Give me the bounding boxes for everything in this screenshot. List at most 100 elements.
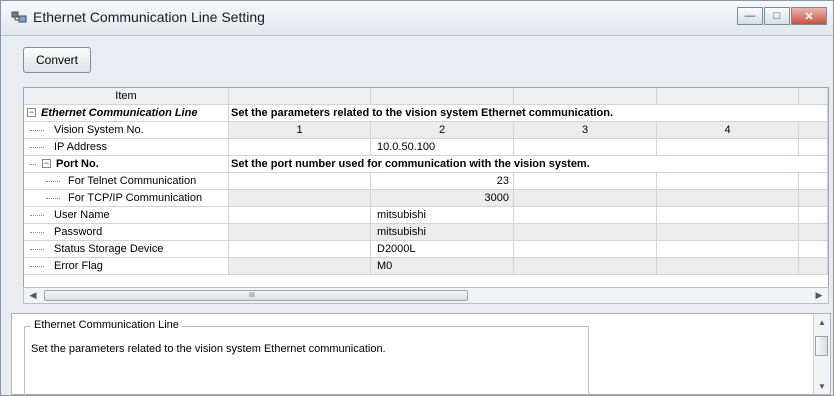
tree-connector: [30, 215, 44, 216]
tree-connector: [30, 232, 44, 233]
cell-password-2[interactable]: mitsubishi: [371, 224, 514, 241]
cell-password-3[interactable]: [514, 224, 657, 241]
horizontal-scroll-thumb[interactable]: III: [44, 290, 468, 301]
cell-error-4[interactable]: [657, 258, 799, 275]
tree-connector: [30, 130, 44, 131]
cell-user-2[interactable]: mitsubishi: [371, 207, 514, 224]
cell-tcpip-4[interactable]: [657, 190, 799, 207]
table-row[interactable]: Error Flag M0: [24, 258, 828, 275]
cell-user-4[interactable]: [657, 207, 799, 224]
table-row[interactable]: − Ethernet Communication Line Set the pa…: [24, 105, 828, 122]
convert-button[interactable]: Convert: [23, 47, 91, 73]
minimize-icon[interactable]: —: [737, 7, 763, 25]
cell-password-5[interactable]: [799, 224, 828, 241]
row-label-cell: Status Storage Device: [24, 241, 229, 258]
cell-telnet-3[interactable]: [514, 173, 657, 190]
scroll-left-icon[interactable]: ◀: [25, 288, 41, 303]
group-description: Set the port number used for communicati…: [229, 156, 828, 173]
cell-status-2[interactable]: D2000L: [371, 241, 514, 258]
title-bar[interactable]: Ethernet Communication Line Setting — □ …: [1, 1, 833, 36]
scroll-down-icon[interactable]: ▼: [814, 379, 830, 393]
row-label: For TCP/IP Communication: [68, 192, 203, 204]
maximize-icon[interactable]: □: [764, 7, 790, 25]
cell-telnet-2[interactable]: 23: [371, 173, 514, 190]
cell-vision-no-5[interactable]: [799, 122, 828, 139]
cell-user-3[interactable]: [514, 207, 657, 224]
cell-error-5[interactable]: [799, 258, 828, 275]
grid-header-row: Item: [24, 88, 828, 105]
column-header-1[interactable]: [229, 88, 371, 105]
description-group: Ethernet Communication Line Set the para…: [24, 319, 589, 396]
cell-vision-no-2[interactable]: 2: [371, 122, 514, 139]
table-row[interactable]: − Port No. Set the port number used for …: [24, 156, 828, 173]
row-label-cell: IP Address: [24, 139, 229, 156]
cell-telnet-5[interactable]: [799, 173, 828, 190]
cell-user-5[interactable]: [799, 207, 828, 224]
row-label: Error Flag: [54, 260, 103, 272]
table-row[interactable]: Vision System No. 1 2 3 4: [24, 122, 828, 139]
cell-vision-no-1[interactable]: 1: [229, 122, 371, 139]
group-description: Set the parameters related to the vision…: [229, 105, 828, 122]
scroll-grip: III: [249, 292, 255, 299]
cell-error-1[interactable]: [229, 258, 371, 275]
description-title: Ethernet Communication Line: [31, 319, 182, 331]
window-title: Ethernet Communication Line Setting: [33, 9, 265, 25]
cell-error-3[interactable]: [514, 258, 657, 275]
row-label: User Name: [54, 209, 110, 221]
description-text: Set the parameters related to the vision…: [31, 343, 386, 355]
column-header-5[interactable]: [799, 88, 828, 105]
tree-connector: [30, 249, 44, 250]
collapse-icon[interactable]: −: [27, 108, 36, 117]
cell-status-5[interactable]: [799, 241, 828, 258]
table-row[interactable]: Status Storage Device D2000L: [24, 241, 828, 258]
cell-telnet-1[interactable]: [229, 173, 371, 190]
row-label: Password: [54, 226, 103, 238]
cell-tcpip-5[interactable]: [799, 190, 828, 207]
row-label: For Telnet Communication: [68, 175, 197, 187]
cell-ip-3[interactable]: [514, 139, 657, 156]
column-header-4[interactable]: [657, 88, 799, 105]
row-label-cell: For TCP/IP Communication: [24, 190, 229, 207]
scroll-up-icon[interactable]: ▲: [814, 315, 830, 329]
collapse-icon[interactable]: −: [42, 159, 51, 168]
cell-ip-5[interactable]: [799, 139, 828, 156]
scroll-right-icon[interactable]: ▶: [811, 288, 827, 303]
cell-tcpip-1[interactable]: [229, 190, 371, 207]
row-label-cell[interactable]: − Ethernet Communication Line: [24, 105, 229, 122]
cell-password-4[interactable]: [657, 224, 799, 241]
column-header-3[interactable]: [514, 88, 657, 105]
cell-status-4[interactable]: [657, 241, 799, 258]
row-label-cell: Password: [24, 224, 229, 241]
cell-error-2[interactable]: M0: [371, 258, 514, 275]
column-header-2[interactable]: [371, 88, 514, 105]
horizontal-scrollbar[interactable]: ◀ III ▶: [23, 287, 829, 304]
cell-telnet-4[interactable]: [657, 173, 799, 190]
tree-connector: [46, 181, 60, 182]
table-row[interactable]: For Telnet Communication 23: [24, 173, 828, 190]
row-label-cell: Error Flag: [24, 258, 229, 275]
window-controls: — □ ✕: [736, 7, 827, 27]
cell-password-1[interactable]: [229, 224, 371, 241]
cell-vision-no-4[interactable]: 4: [657, 122, 799, 139]
cell-vision-no-3[interactable]: 3: [514, 122, 657, 139]
table-row[interactable]: Password mitsubishi: [24, 224, 828, 241]
group-label-ethernet: Ethernet Communication Line: [41, 107, 198, 119]
cell-tcpip-2[interactable]: 3000: [371, 190, 514, 207]
close-icon[interactable]: ✕: [791, 7, 827, 25]
row-label-cell[interactable]: − Port No.: [24, 156, 229, 173]
column-header-item[interactable]: Item: [24, 88, 229, 105]
cell-status-3[interactable]: [514, 241, 657, 258]
vertical-scroll-thumb[interactable]: [815, 336, 828, 356]
table-row[interactable]: For TCP/IP Communication 3000: [24, 190, 828, 207]
cell-tcpip-3[interactable]: [514, 190, 657, 207]
vertical-scrollbar[interactable]: ▲ ▼: [813, 314, 830, 394]
settings-grid: Item − Ethernet Communication Line Set t…: [23, 87, 829, 293]
cell-ip-1[interactable]: [229, 139, 371, 156]
cell-ip-4[interactable]: [657, 139, 799, 156]
cell-ip-2[interactable]: 10.0.50.100: [371, 139, 514, 156]
cell-status-1[interactable]: [229, 241, 371, 258]
table-row[interactable]: IP Address 10.0.50.100: [24, 139, 828, 156]
table-row[interactable]: User Name mitsubishi: [24, 207, 828, 224]
cell-user-1[interactable]: [229, 207, 371, 224]
group-label-port: Port No.: [56, 158, 99, 170]
